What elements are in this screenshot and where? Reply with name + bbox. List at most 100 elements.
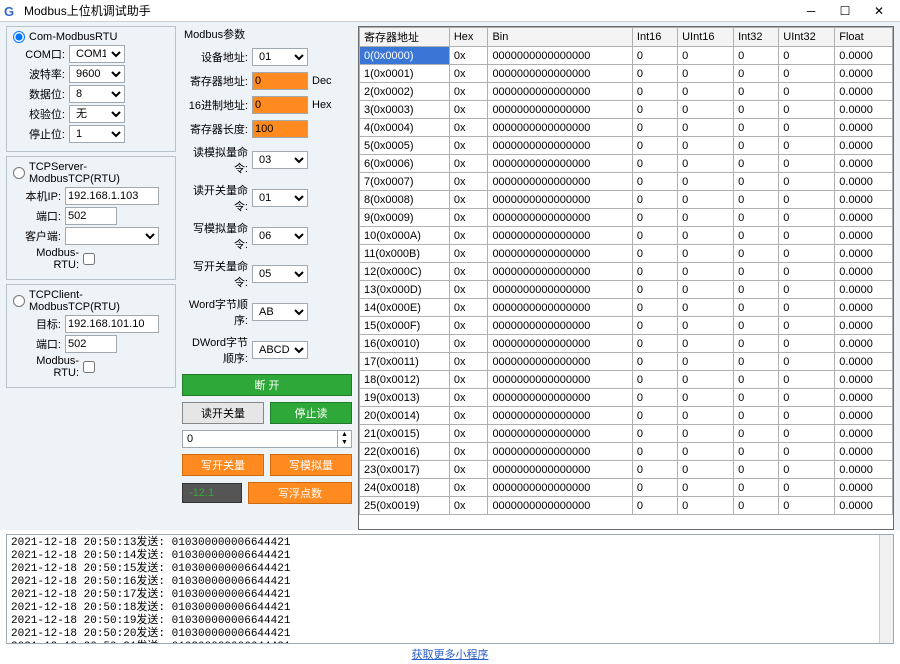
table-cell[interactable]: 0000000000000000 <box>488 479 632 497</box>
table-cell[interactable]: 0x <box>449 173 488 191</box>
table-row[interactable]: 8(0x0008)0x000000000000000000000.0000 <box>360 191 893 209</box>
table-row[interactable]: 4(0x0004)0x000000000000000000000.0000 <box>360 119 893 137</box>
table-cell[interactable]: 0 <box>734 299 779 317</box>
table-cell[interactable]: 0 <box>779 155 835 173</box>
table-cell[interactable]: 0 <box>678 371 734 389</box>
table-cell[interactable]: 0 <box>734 137 779 155</box>
table-cell[interactable]: 0x <box>449 371 488 389</box>
table-cell[interactable]: 0 <box>632 425 677 443</box>
table-cell[interactable]: 0x <box>449 281 488 299</box>
more-apps-link[interactable]: 获取更多小程序 <box>412 649 489 661</box>
table-cell[interactable]: 0.0000 <box>835 191 893 209</box>
table-cell[interactable]: 0 <box>678 299 734 317</box>
table-cell[interactable]: 0.0000 <box>835 461 893 479</box>
table-cell[interactable]: 0 <box>678 263 734 281</box>
table-cell[interactable]: 0000000000000000 <box>488 209 632 227</box>
table-cell[interactable]: 0 <box>678 173 734 191</box>
table-cell[interactable]: 17(0x0011) <box>360 353 450 371</box>
table-cell[interactable]: 0 <box>734 101 779 119</box>
table-cell[interactable]: 0 <box>678 245 734 263</box>
table-cell[interactable]: 0.0000 <box>835 155 893 173</box>
table-header[interactable]: 寄存器地址 <box>360 28 450 47</box>
table-header[interactable]: Bin <box>488 28 632 47</box>
table-cell[interactable]: 0x <box>449 353 488 371</box>
table-row[interactable]: 17(0x0011)0x000000000000000000000.0000 <box>360 353 893 371</box>
check-server-rtu[interactable] <box>83 253 95 265</box>
table-cell[interactable]: 0.0000 <box>835 443 893 461</box>
table-cell[interactable]: 0000000000000000 <box>488 461 632 479</box>
select-wr-ana[interactable]: 06 <box>252 227 308 245</box>
table-row[interactable]: 13(0x000D)0x000000000000000000000.0000 <box>360 281 893 299</box>
table-cell[interactable]: 0 <box>734 191 779 209</box>
table-cell[interactable]: 3(0x0003) <box>360 101 450 119</box>
table-cell[interactable]: 0 <box>779 497 835 515</box>
table-cell[interactable]: 0 <box>632 443 677 461</box>
select-word[interactable]: AB <box>252 303 308 321</box>
table-cell[interactable]: 0.0000 <box>835 353 893 371</box>
input-local-ip[interactable] <box>65 187 159 205</box>
table-cell[interactable]: 0 <box>678 389 734 407</box>
table-cell[interactable]: 0.0000 <box>835 497 893 515</box>
table-header[interactable]: Hex <box>449 28 488 47</box>
table-cell[interactable]: 0 <box>678 209 734 227</box>
table-cell[interactable]: 0 <box>678 101 734 119</box>
table-cell[interactable]: 0.0000 <box>835 47 893 65</box>
table-cell[interactable]: 24(0x0018) <box>360 479 450 497</box>
table-cell[interactable]: 0 <box>678 47 734 65</box>
table-cell[interactable]: 0 <box>678 281 734 299</box>
table-cell[interactable]: 0x <box>449 425 488 443</box>
table-cell[interactable]: 0 <box>632 317 677 335</box>
input-reglen[interactable] <box>252 120 308 138</box>
table-cell[interactable]: 0 <box>632 245 677 263</box>
table-cell[interactable]: 0000000000000000 <box>488 497 632 515</box>
table-cell[interactable]: 0000000000000000 <box>488 119 632 137</box>
table-row[interactable]: 20(0x0014)0x000000000000000000000.0000 <box>360 407 893 425</box>
table-cell[interactable]: 0 <box>632 191 677 209</box>
table-cell[interactable]: 0 <box>734 317 779 335</box>
table-row[interactable]: 3(0x0003)0x000000000000000000000.0000 <box>360 101 893 119</box>
table-row[interactable]: 12(0x000C)0x000000000000000000000.0000 <box>360 263 893 281</box>
register-table-wrapper[interactable]: 寄存器地址HexBinInt16UInt16Int32UInt32Float 0… <box>358 26 894 530</box>
table-cell[interactable]: 0000000000000000 <box>488 137 632 155</box>
select-databits[interactable]: 8 <box>69 85 125 103</box>
table-cell[interactable]: 0000000000000000 <box>488 389 632 407</box>
table-cell[interactable]: 0 <box>632 209 677 227</box>
close-button[interactable]: ✕ <box>862 0 896 22</box>
table-cell[interactable]: 13(0x000D) <box>360 281 450 299</box>
table-cell[interactable]: 0.0000 <box>835 389 893 407</box>
table-cell[interactable]: 0 <box>734 461 779 479</box>
input-hexaddr[interactable] <box>252 96 308 114</box>
table-cell[interactable]: 18(0x0012) <box>360 371 450 389</box>
input-server-port[interactable] <box>65 207 117 225</box>
select-parity[interactable]: 无 <box>69 105 125 123</box>
value-stepper[interactable]: 0 ▲▼ <box>182 430 352 448</box>
table-row[interactable]: 9(0x0009)0x000000000000000000000.0000 <box>360 209 893 227</box>
table-cell[interactable]: 0 <box>734 479 779 497</box>
table-cell[interactable]: 0.0000 <box>835 281 893 299</box>
table-cell[interactable]: 0 <box>632 65 677 83</box>
table-cell[interactable]: 0 <box>678 119 734 137</box>
table-row[interactable]: 23(0x0017)0x000000000000000000000.0000 <box>360 461 893 479</box>
table-header[interactable]: UInt16 <box>678 28 734 47</box>
table-cell[interactable]: 0.0000 <box>835 425 893 443</box>
table-header[interactable]: UInt32 <box>779 28 835 47</box>
table-cell[interactable]: 0 <box>734 119 779 137</box>
table-cell[interactable]: 12(0x000C) <box>360 263 450 281</box>
table-cell[interactable]: 0 <box>779 47 835 65</box>
table-cell[interactable]: 0 <box>734 353 779 371</box>
table-cell[interactable]: 0.0000 <box>835 407 893 425</box>
maximize-button[interactable]: ☐ <box>828 0 862 22</box>
table-cell[interactable]: 0.0000 <box>835 479 893 497</box>
table-cell[interactable]: 0x <box>449 245 488 263</box>
table-cell[interactable]: 0x <box>449 101 488 119</box>
table-cell[interactable]: 0 <box>734 425 779 443</box>
table-cell[interactable]: 22(0x0016) <box>360 443 450 461</box>
table-cell[interactable]: 15(0x000F) <box>360 317 450 335</box>
table-row[interactable]: 6(0x0006)0x000000000000000000000.0000 <box>360 155 893 173</box>
table-cell[interactable]: 0000000000000000 <box>488 407 632 425</box>
table-cell[interactable]: 0000000000000000 <box>488 155 632 173</box>
table-cell[interactable]: 0 <box>734 227 779 245</box>
table-cell[interactable]: 0 <box>632 263 677 281</box>
table-cell[interactable]: 0.0000 <box>835 317 893 335</box>
table-cell[interactable]: 0x <box>449 155 488 173</box>
